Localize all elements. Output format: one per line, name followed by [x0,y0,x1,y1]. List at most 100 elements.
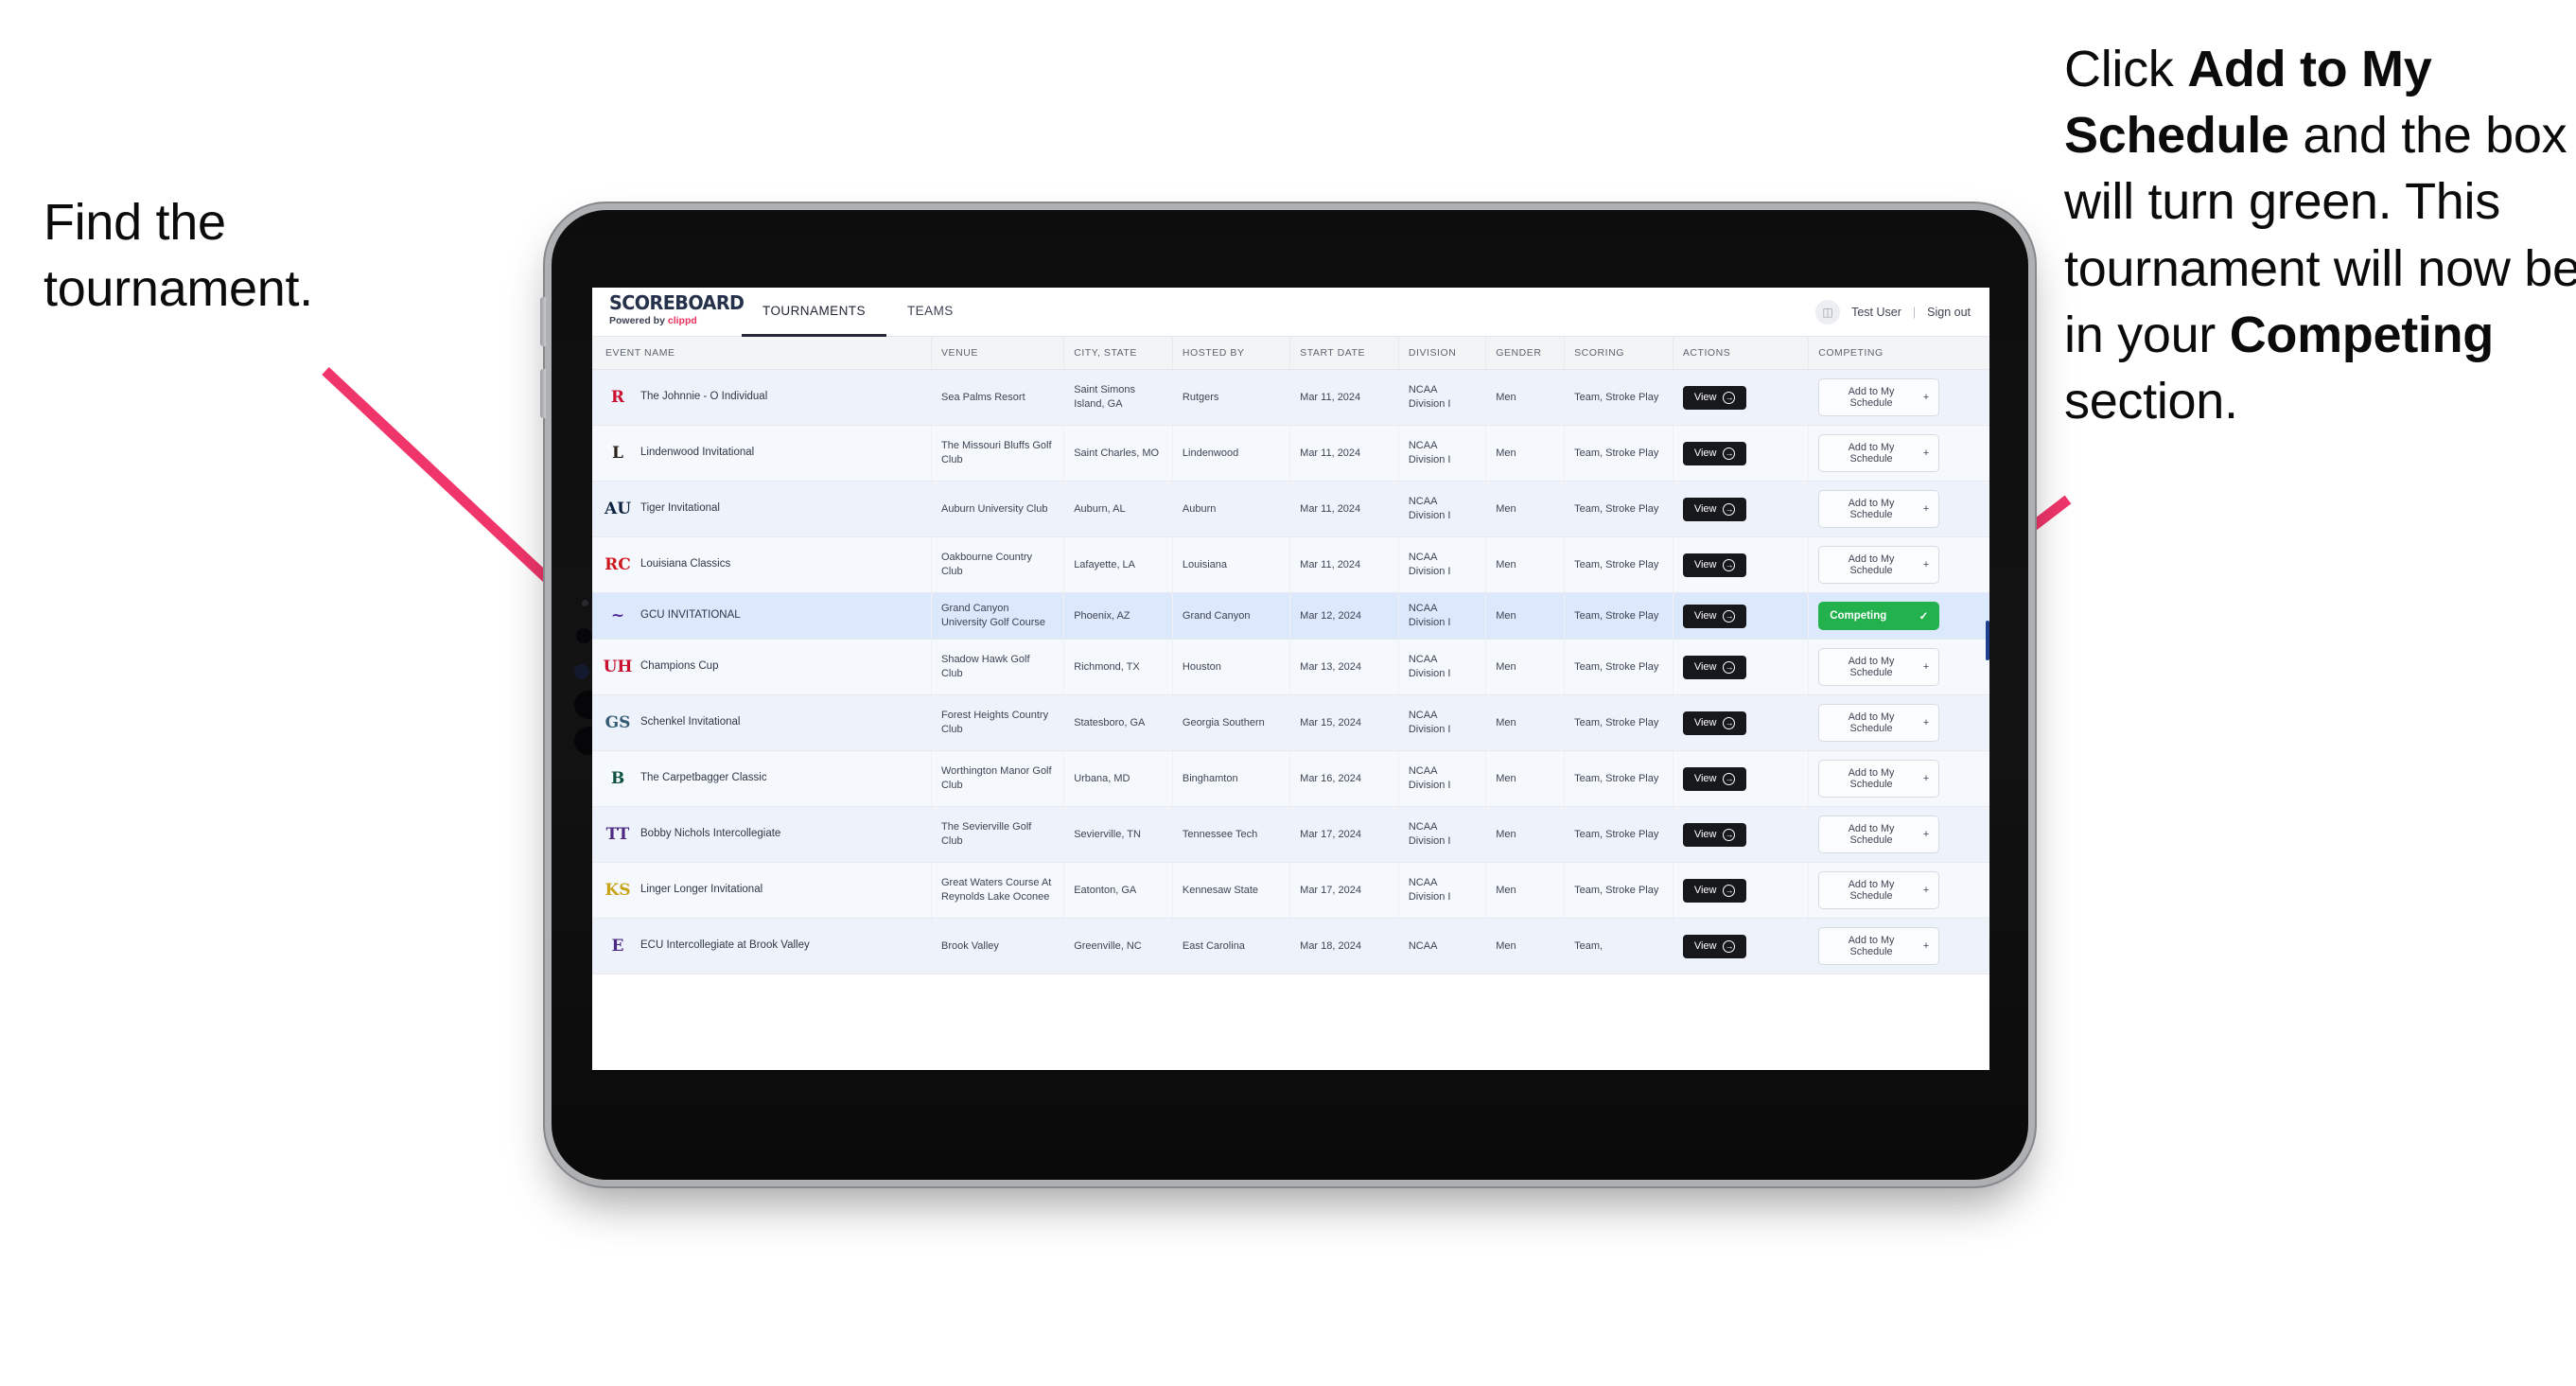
view-button[interactable]: View → [1682,934,1747,958]
table-row[interactable]: KS Linger Longer Invitational Great Waters… [592,862,1989,919]
brand-subtitle: Powered by clippd [609,315,742,326]
cell-hosted-by: Houston [1172,639,1291,695]
cell-event-name: KS Linger Longer Invitational [592,862,932,919]
plus-icon: + [1922,885,1930,896]
cell-scoring: Team, Stroke Play [1564,481,1674,537]
table-row[interactable]: UH Champions Cup Shadow Hawk Golf Club Rich… [592,639,1989,695]
add-to-my-schedule-button[interactable]: Add to My Schedule + [1818,927,1940,965]
plus-icon: + [1922,661,1930,673]
cell-city-state: Saint Simons Island, GA [1063,369,1173,426]
add-to-my-schedule-button[interactable]: Add to My Schedule + [1818,378,1940,416]
view-button[interactable]: View → [1682,441,1747,465]
user-avatar-icon[interactable]: ◫ [1815,299,1841,325]
add-to-my-schedule-button[interactable]: Add to My Schedule + [1818,434,1940,472]
volume-down-button[interactable] [540,369,546,418]
cell-hosted-by: Grand Canyon [1172,592,1291,640]
competing-button[interactable]: Competing ✓ [1818,602,1940,630]
cell-actions: View → [1673,481,1810,537]
plus-icon: + [1922,829,1930,840]
add-to-my-schedule-label: Add to My Schedule [1848,879,1895,902]
view-button[interactable]: View → [1682,553,1747,577]
add-to-my-schedule-button[interactable]: Add to My Schedule + [1818,816,1940,853]
column-header-gender[interactable]: GENDER [1485,337,1566,370]
table-row[interactable]: L Lindenwood Invitational The Missouri Blu… [592,425,1989,482]
column-header-division[interactable]: DIVISION [1398,337,1487,370]
team-logo-icon: B [610,768,625,788]
volume-up-button[interactable] [540,297,546,346]
cell-division: NCAA [1398,918,1487,974]
cell-venue: Great Waters Course At Reynolds Lake Oco… [931,862,1065,919]
view-button[interactable]: View → [1682,711,1747,735]
cell-gender: Men [1485,918,1566,974]
cell-venue: Grand Canyon University Golf Course [931,592,1065,640]
view-button-label: View [1693,559,1717,570]
table-row[interactable]: TT Bobby Nichols Intercollegiate The Sevie… [592,806,1989,863]
table-row[interactable]: E ECU Intercollegiate at Brook Valley Broo… [592,918,1989,974]
cell-gender: Men [1485,750,1566,807]
cell-division: NCAA Division I [1398,806,1487,863]
cell-venue: Sea Palms Resort [931,369,1065,426]
add-to-my-schedule-button[interactable]: Add to My Schedule + [1818,760,1940,798]
column-header-event-name[interactable]: EVENT NAME [592,337,932,370]
team-logo-icon: TT [605,824,630,844]
view-button[interactable]: View → [1682,766,1747,791]
table-row[interactable]: AU Tiger Invitational Auburn University Cl… [592,481,1989,537]
add-to-my-schedule-button[interactable]: Add to My Schedule + [1818,871,1940,909]
table-row[interactable]: B The Carpetbagger Classic Worthington Man… [592,750,1989,807]
add-to-my-schedule-button[interactable]: Add to My Schedule + [1818,648,1940,686]
cell-event-name: R The Johnnie - O Individual [592,369,932,426]
column-header-city-state[interactable]: CITY, STATE [1063,337,1173,370]
view-button[interactable]: View → [1682,822,1747,847]
add-to-my-schedule-button[interactable]: Add to My Schedule + [1818,490,1940,528]
tab-tournaments[interactable]: TOURNAMENTS [742,288,886,337]
cell-scoring: Team, Stroke Play [1564,536,1674,593]
table-row[interactable]: GS Schenkel Invitational Forest Heights Co… [592,694,1989,751]
cell-city-state: Auburn, AL [1063,481,1173,537]
column-header-hosted-by[interactable]: HOSTED BY [1172,337,1291,370]
arrow-right-circle-icon: → [1723,828,1736,841]
column-header-start-date[interactable]: START DATE [1289,337,1399,370]
column-header-venue[interactable]: VENUE [931,337,1065,370]
annotation-right: Click Add to My Schedule and the box wil… [2064,36,2576,434]
event-name-label: ECU Intercollegiate at Brook Valley [640,939,810,952]
column-header-scoring[interactable]: SCORING [1564,337,1674,370]
cell-city-state: Sevierville, TN [1063,806,1173,863]
column-header-actions[interactable]: ACTIONS [1673,337,1810,370]
plus-icon: + [1922,717,1930,728]
view-button-label: View [1693,661,1717,673]
annotation-text: Click [2064,41,2188,97]
view-button[interactable]: View → [1682,655,1747,679]
table-row[interactable]: RC Louisiana Classics Oakbourne Country Cl… [592,536,1989,593]
table-row[interactable]: R The Johnnie - O Individual Sea Palms Res… [592,369,1989,426]
cell-division: NCAA Division I [1398,536,1487,593]
cell-actions: View → [1673,639,1810,695]
view-button[interactable]: View → [1682,497,1747,521]
table-row[interactable]: ~ GCU INVITATIONAL Grand Canyon University… [592,592,1989,640]
view-button[interactable]: View → [1682,878,1747,903]
cell-hosted-by: East Carolina [1172,918,1291,974]
arrow-right-circle-icon: → [1723,502,1736,516]
view-button[interactable]: View → [1682,385,1747,410]
cell-event-name: ~ GCU INVITATIONAL [592,592,932,640]
column-header-competing[interactable]: COMPETING [1808,337,1989,370]
tab-teams[interactable]: TEAMS [886,288,974,337]
cell-city-state: Lafayette, LA [1063,536,1173,593]
add-to-my-schedule-label: Add to My Schedule [1848,656,1895,678]
cell-division: NCAA Division I [1398,750,1487,807]
sign-out-link[interactable]: Sign out [1927,306,1971,319]
add-to-my-schedule-button[interactable]: Add to My Schedule + [1818,546,1940,584]
tournaments-table-container[interactable]: EVENT NAME VENUE CITY, STATE HOSTED BY S… [592,337,1989,1070]
cell-scoring: Team, Stroke Play [1564,862,1674,919]
cell-event-name: L Lindenwood Invitational [592,425,932,482]
team-logo-icon: UH [603,657,633,676]
cell-competing: Add to My Schedule + [1808,481,1989,537]
cell-competing: Add to My Schedule + [1808,425,1989,482]
view-button-label: View [1693,773,1717,784]
cell-gender: Men [1485,592,1566,640]
cell-competing: Add to My Schedule + [1808,862,1989,919]
view-button[interactable]: View → [1682,604,1747,628]
cell-actions: View → [1673,536,1810,593]
brand-logo[interactable]: SCOREBOARD Powered by clippd [592,288,745,336]
add-to-my-schedule-button[interactable]: Add to My Schedule + [1818,704,1940,742]
vertical-scrollbar-thumb[interactable] [1986,621,1989,660]
